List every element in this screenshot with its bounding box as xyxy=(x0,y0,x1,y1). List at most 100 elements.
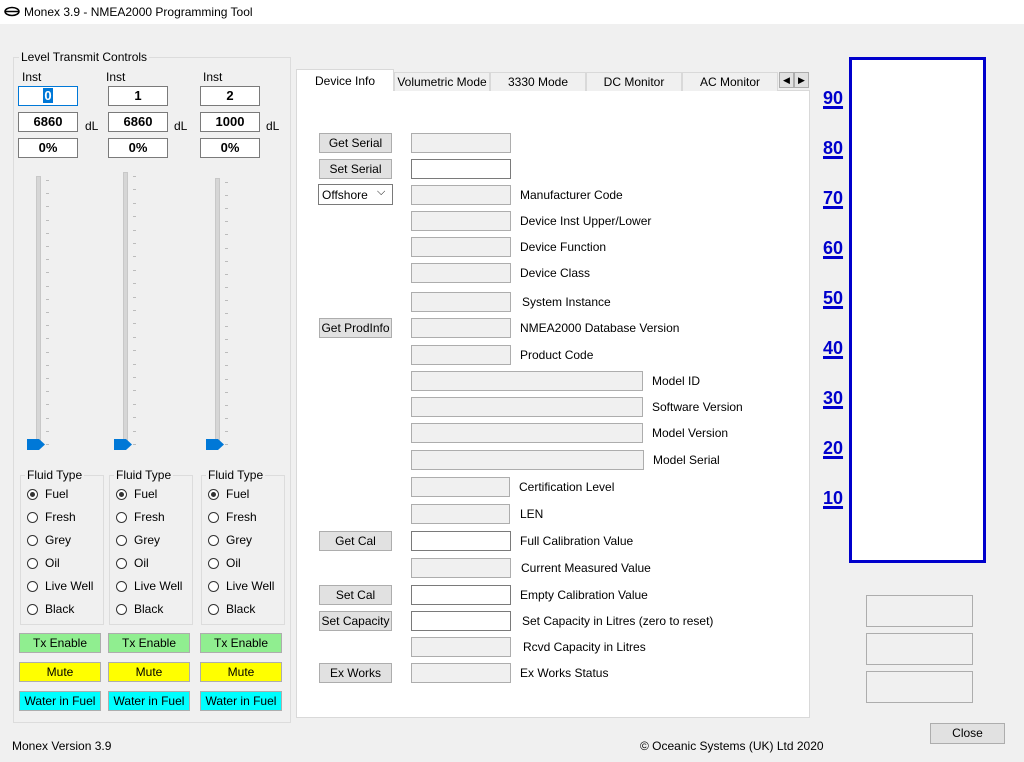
slider-tick xyxy=(225,313,228,314)
device-function-label: Device Function xyxy=(520,240,607,254)
tab-dc-monitor[interactable]: DC Monitor xyxy=(586,72,682,91)
fluid-radio-fresh-0[interactable] xyxy=(27,512,38,523)
ex-works-status-label: Ex Works Status xyxy=(520,666,609,680)
fluid-radio-black-2[interactable] xyxy=(208,604,219,615)
device-class-label: Device Class xyxy=(520,266,591,280)
full-cal-input[interactable] xyxy=(411,531,511,551)
fluid-radio-grey-2[interactable] xyxy=(208,535,219,546)
manufacturer-dropdown[interactable]: Offshore ⌵ xyxy=(318,184,393,205)
fluid-radio-black-0[interactable] xyxy=(27,604,38,615)
product-code-field xyxy=(411,345,511,365)
fluid-radio-live-well-0[interactable] xyxy=(27,581,38,592)
full-cal-label: Full Calibration Value xyxy=(520,534,634,548)
get-cal-button[interactable]: Get Cal xyxy=(319,531,392,551)
fluid-radio-oil-2[interactable] xyxy=(208,558,219,569)
water-in-fuel-button-2[interactable]: Water in Fuel xyxy=(200,691,282,711)
serial-input[interactable] xyxy=(411,159,511,179)
device-inst-label: Device Inst Upper/Lower xyxy=(520,214,652,228)
fluid-option-label: Fresh xyxy=(226,510,257,524)
fluid-radio-grey-1[interactable] xyxy=(116,535,127,546)
version-text: Monex Version 3.9 xyxy=(12,739,112,753)
system-instance-field xyxy=(411,292,511,312)
slider-tick xyxy=(133,230,136,231)
tab-device-info[interactable]: Device Info xyxy=(296,69,394,91)
slider-tick xyxy=(133,377,136,378)
scale-mark-30: 30 xyxy=(823,388,844,408)
tank-level-display xyxy=(849,57,986,563)
set-capacity-input[interactable] xyxy=(411,611,511,631)
fluid-radio-live-well-1[interactable] xyxy=(116,581,127,592)
tx-enable-button-0[interactable]: Tx Enable xyxy=(19,633,101,653)
set-cal-button[interactable]: Set Cal xyxy=(319,585,392,605)
unit-label-2: dL xyxy=(266,119,280,133)
rcvd-capacity-field xyxy=(411,637,511,657)
slider-tick xyxy=(46,272,49,273)
mute-button-1[interactable]: Mute xyxy=(108,662,190,682)
close-button[interactable]: Close xyxy=(930,723,1005,744)
empty-cal-input[interactable] xyxy=(411,585,511,605)
level-slider-thumb-2[interactable] xyxy=(206,439,224,450)
empty-cal-label: Empty Calibration Value xyxy=(520,588,648,602)
fluid-radio-fuel-2[interactable] xyxy=(208,489,219,500)
fluid-radio-grey-0[interactable] xyxy=(27,535,38,546)
tab-ac-monitor[interactable]: AC Monitor xyxy=(682,72,778,91)
water-in-fuel-button-1[interactable]: Water in Fuel xyxy=(108,691,190,711)
slider-tick xyxy=(46,365,49,366)
fluid-radio-oil-1[interactable] xyxy=(116,558,127,569)
tab-scroll-left-button[interactable]: ◀ xyxy=(779,72,794,88)
model-version-field xyxy=(411,423,643,443)
copyright-text: © Oceanic Systems (UK) Ltd 2020 xyxy=(640,739,824,753)
set-capacity-button[interactable]: Set Capacity xyxy=(319,611,392,631)
slider-tick xyxy=(46,233,49,234)
level-value-2[interactable]: 1000 xyxy=(200,112,260,132)
slider-tick xyxy=(46,391,49,392)
mute-button-0[interactable]: Mute xyxy=(19,662,101,682)
slider-tick xyxy=(46,444,49,445)
slider-tick xyxy=(225,300,228,301)
tab-scroll-right-button[interactable]: ▶ xyxy=(794,72,809,88)
mute-button-2[interactable]: Mute xyxy=(200,662,282,682)
fluid-radio-fuel-0[interactable] xyxy=(27,489,38,500)
ex-works-button[interactable]: Ex Works xyxy=(319,663,392,683)
inst-label-1: Inst xyxy=(106,70,126,84)
get-serial-button[interactable]: Get Serial xyxy=(319,133,392,153)
tx-enable-button-2[interactable]: Tx Enable xyxy=(200,633,282,653)
fluid-radio-fresh-1[interactable] xyxy=(116,512,127,523)
scale-mark-70: 70 xyxy=(823,188,844,208)
fluid-radio-fuel-1[interactable] xyxy=(116,489,127,500)
inst-input-2[interactable]: 2 xyxy=(200,86,260,106)
rcvd-capacity-label: Rcvd Capacity in Litres xyxy=(523,640,646,654)
ex-works-status-field xyxy=(411,663,511,683)
level-slider-track-1 xyxy=(123,172,128,447)
slider-tick xyxy=(46,180,49,181)
water-in-fuel-button-0[interactable]: Water in Fuel xyxy=(19,691,101,711)
level-slider-track-2 xyxy=(215,178,220,447)
tx-enable-button-1[interactable]: Tx Enable xyxy=(108,633,190,653)
level-slider-thumb-1[interactable] xyxy=(114,439,132,450)
fluid-radio-black-1[interactable] xyxy=(116,604,127,615)
fluid-type-label-2: Fluid Type xyxy=(206,468,266,482)
inst-input-1[interactable]: 1 xyxy=(108,86,168,106)
get-prodinfo-button[interactable]: Get ProdInfo xyxy=(319,318,392,338)
set-serial-button[interactable]: Set Serial xyxy=(319,159,392,179)
slider-tick xyxy=(46,220,49,221)
fluid-radio-live-well-2[interactable] xyxy=(208,581,219,592)
slider-tick xyxy=(46,299,49,300)
system-instance-label: System Instance xyxy=(522,295,611,309)
level-slider-thumb-0[interactable] xyxy=(27,439,45,450)
level-transmit-label: Level Transmit Controls xyxy=(19,50,150,64)
tab-3330-mode[interactable]: 3330 Mode xyxy=(490,72,586,91)
model-id-field xyxy=(411,371,643,391)
slider-tick xyxy=(133,283,136,284)
tab-volumetric-mode[interactable]: Volumetric Mode xyxy=(394,72,490,91)
device-class-field xyxy=(411,263,511,283)
level-value-1[interactable]: 6860 xyxy=(108,112,168,132)
fluid-radio-fresh-2[interactable] xyxy=(208,512,219,523)
inst-input-0[interactable]: 0 xyxy=(18,86,78,106)
level-value-0[interactable]: 6860 xyxy=(18,112,78,132)
fluid-type-label-0: Fluid Type xyxy=(25,468,85,482)
fluid-radio-oil-0[interactable] xyxy=(27,558,38,569)
slider-tick xyxy=(133,256,136,257)
slider-tick xyxy=(133,270,136,271)
fluid-option-label: Black xyxy=(45,602,75,616)
